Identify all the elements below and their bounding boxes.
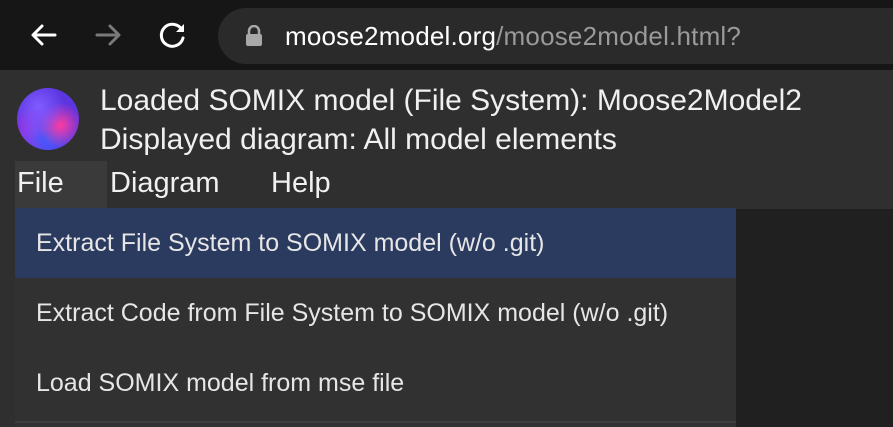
menu-bar: File Diagram Help [0, 161, 893, 209]
menu-item-load-mse[interactable]: Load SOMIX model from mse file [15, 348, 736, 418]
reload-button[interactable] [155, 15, 191, 55]
browser-toolbar: moose2model.org/moose2model.html? [0, 0, 893, 70]
url-text[interactable]: moose2model.org/moose2model.html? [285, 21, 741, 51]
menu-item-extract-code[interactable]: Extract Code from File System to SOMIX m… [15, 278, 736, 348]
lock-icon[interactable] [244, 25, 264, 47]
arrow-left-icon [31, 24, 57, 46]
reload-icon [159, 22, 185, 48]
forward-button[interactable] [90, 15, 126, 55]
url-path: /moose2model.html? [496, 21, 742, 51]
app-logo [17, 88, 79, 150]
menu-file[interactable]: File [15, 161, 107, 209]
back-button[interactable] [26, 15, 62, 55]
menu-help[interactable]: Help [269, 161, 333, 209]
menu-divider [15, 421, 736, 423]
loaded-model-text: Loaded SOMIX model (File System): Moose2… [100, 84, 802, 117]
arrow-right-icon [95, 24, 121, 46]
address-bar[interactable]: moose2model.org/moose2model.html? [218, 8, 893, 64]
menu-diagram[interactable]: Diagram [108, 161, 222, 209]
diagram-canvas[interactable] [736, 209, 893, 427]
menu-item-extract-file-system[interactable]: Extract File System to SOMIX model (w/o … [15, 208, 736, 278]
file-dropdown-menu: Extract File System to SOMIX model (w/o … [15, 208, 736, 427]
app-area: Loaded SOMIX model (File System): Moose2… [0, 70, 893, 427]
displayed-diagram-text: Displayed diagram: All model elements [100, 123, 617, 156]
url-host: moose2model.org [285, 21, 497, 51]
